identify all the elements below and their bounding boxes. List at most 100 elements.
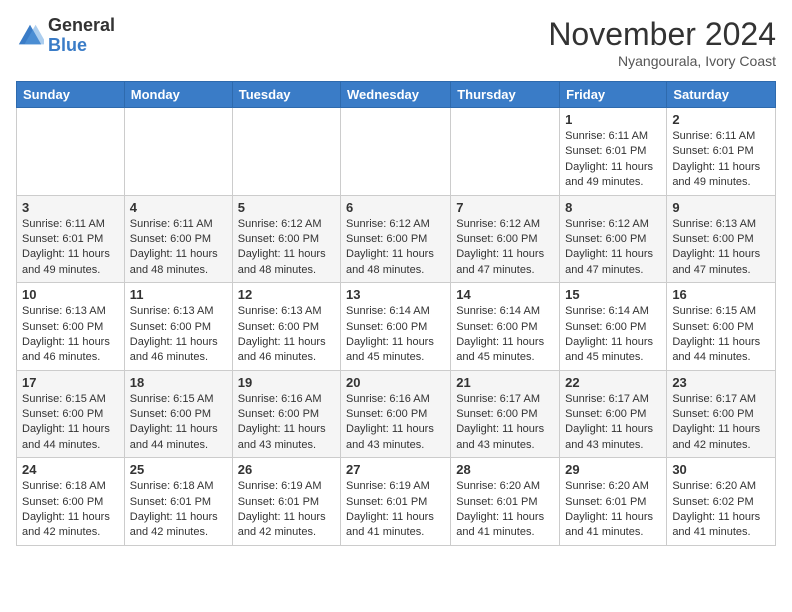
logo-text: General Blue	[48, 16, 115, 56]
calendar-cell: 3 Sunrise: 6:11 AM Sunset: 6:01 PM Daylig…	[17, 195, 125, 283]
logo-general-text: General	[48, 16, 115, 36]
day-info: Sunrise: 6:12 AM Sunset: 6:00 PM Dayligh…	[238, 217, 335, 279]
calendar-cell: 2 Sunrise: 6:11 AM Sunset: 6:01 PM Daylig…	[667, 108, 776, 196]
calendar-cell: 25 Sunrise: 6:18 AM Sunset: 6:01 PM Dayli…	[124, 458, 232, 546]
calendar-table: SundayMondayTuesdayWednesdayThursdayFrid…	[16, 81, 776, 546]
day-number: 4	[130, 200, 227, 215]
calendar-week-row: 3 Sunrise: 6:11 AM Sunset: 6:01 PM Daylig…	[17, 195, 776, 283]
day-info: Sunrise: 6:17 AM Sunset: 6:00 PM Dayligh…	[672, 392, 770, 454]
day-number: 12	[238, 287, 335, 302]
calendar-cell: 22Sunrise: 6:17 AM Sunset: 6:00 PM Dayli…	[560, 370, 667, 458]
weekday-header-thursday: Thursday	[451, 82, 560, 108]
calendar-week-row: 1Sunrise: 6:11 AM Sunset: 6:01 PM Daylig…	[17, 108, 776, 196]
day-number: 30	[672, 462, 770, 477]
day-number: 20	[346, 375, 445, 390]
calendar-week-row: 10 Sunrise: 6:13 AM Sunset: 6:00 PM Dayli…	[17, 283, 776, 371]
weekday-header-wednesday: Wednesday	[341, 82, 451, 108]
calendar-cell	[232, 108, 340, 196]
calendar-week-row: 24 Sunrise: 6:18 AM Sunset: 6:00 PM Dayli…	[17, 458, 776, 546]
day-info: Sunrise: 6:16 AM Sunset: 6:00 PM Dayligh…	[346, 392, 445, 454]
day-number: 13	[346, 287, 445, 302]
calendar-cell: 14 Sunrise: 6:14 AM Sunset: 6:00 PM Dayli…	[451, 283, 560, 371]
calendar-cell: 21 Sunrise: 6:17 AM Sunset: 6:00 PM Dayli…	[451, 370, 560, 458]
day-info: Sunrise: 6:15 AM Sunset: 6:00 PM Dayligh…	[22, 392, 119, 454]
logo-blue-text: Blue	[48, 36, 115, 56]
page-header: General Blue November 2024 Nyangourala, …	[16, 16, 776, 69]
day-number: 16	[672, 287, 770, 302]
day-number: 6	[346, 200, 445, 215]
day-number: 15	[565, 287, 661, 302]
day-info: Sunrise: 6:13 AM Sunset: 6:00 PM Dayligh…	[238, 304, 335, 366]
calendar-cell: 4 Sunrise: 6:11 AM Sunset: 6:00 PM Daylig…	[124, 195, 232, 283]
day-number: 17	[22, 375, 119, 390]
calendar-cell: 30 Sunrise: 6:20 AM Sunset: 6:02 PM Dayli…	[667, 458, 776, 546]
day-info: Sunrise: 6:12 AM Sunset: 6:00 PM Dayligh…	[346, 217, 445, 279]
day-number: 3	[22, 200, 119, 215]
calendar-cell: 8 Sunrise: 6:12 AM Sunset: 6:00 PM Daylig…	[560, 195, 667, 283]
calendar-cell: 26 Sunrise: 6:19 AM Sunset: 6:01 PM Dayli…	[232, 458, 340, 546]
day-number: 27	[346, 462, 445, 477]
day-number: 10	[22, 287, 119, 302]
calendar-cell: 20 Sunrise: 6:16 AM Sunset: 6:00 PM Dayli…	[341, 370, 451, 458]
day-number: 9	[672, 200, 770, 215]
day-number: 8	[565, 200, 661, 215]
day-info: Sunrise: 6:13 AM Sunset: 6:00 PM Dayligh…	[672, 217, 770, 279]
calendar-cell: 5 Sunrise: 6:12 AM Sunset: 6:00 PM Daylig…	[232, 195, 340, 283]
day-number: 5	[238, 200, 335, 215]
weekday-header-sunday: Sunday	[17, 82, 125, 108]
month-year-title: November 2024	[548, 16, 776, 53]
day-number: 21	[456, 375, 554, 390]
day-number: 7	[456, 200, 554, 215]
day-number: 23	[672, 375, 770, 390]
day-info: Sunrise: 6:20 AM Sunset: 6:01 PM Dayligh…	[565, 479, 661, 541]
weekday-header-friday: Friday	[560, 82, 667, 108]
day-info: Sunrise: 6:17 AM Sunset: 6:00 PM Dayligh…	[456, 392, 554, 454]
calendar-cell	[341, 108, 451, 196]
calendar-cell: 18 Sunrise: 6:15 AM Sunset: 6:00 PM Dayli…	[124, 370, 232, 458]
calendar-cell: 1Sunrise: 6:11 AM Sunset: 6:01 PM Daylig…	[560, 108, 667, 196]
day-info: Sunrise: 6:20 AM Sunset: 6:01 PM Dayligh…	[456, 479, 554, 541]
day-number: 28	[456, 462, 554, 477]
weekday-header-monday: Monday	[124, 82, 232, 108]
weekday-header-tuesday: Tuesday	[232, 82, 340, 108]
day-number: 14	[456, 287, 554, 302]
day-info: Sunrise: 6:11 AM Sunset: 6:01 PM Dayligh…	[22, 217, 119, 279]
calendar-cell: 19 Sunrise: 6:16 AM Sunset: 6:00 PM Dayli…	[232, 370, 340, 458]
day-number: 18	[130, 375, 227, 390]
calendar-cell: 23 Sunrise: 6:17 AM Sunset: 6:00 PM Dayli…	[667, 370, 776, 458]
calendar-cell	[451, 108, 560, 196]
day-info: Sunrise: 6:11 AM Sunset: 6:00 PM Dayligh…	[130, 217, 227, 279]
day-number: 19	[238, 375, 335, 390]
calendar-week-row: 17 Sunrise: 6:15 AM Sunset: 6:00 PM Dayli…	[17, 370, 776, 458]
calendar-cell: 27 Sunrise: 6:19 AM Sunset: 6:01 PM Dayli…	[341, 458, 451, 546]
weekday-header-row: SundayMondayTuesdayWednesdayThursdayFrid…	[17, 82, 776, 108]
day-number: 24	[22, 462, 119, 477]
day-info: Sunrise: 6:12 AM Sunset: 6:00 PM Dayligh…	[565, 217, 661, 279]
calendar-cell: 9 Sunrise: 6:13 AM Sunset: 6:00 PM Daylig…	[667, 195, 776, 283]
day-info: Sunrise: 6:11 AM Sunset: 6:01 PM Dayligh…	[565, 129, 661, 191]
weekday-header-saturday: Saturday	[667, 82, 776, 108]
day-info: Sunrise: 6:16 AM Sunset: 6:00 PM Dayligh…	[238, 392, 335, 454]
calendar-cell: 7 Sunrise: 6:12 AM Sunset: 6:00 PM Daylig…	[451, 195, 560, 283]
day-info: Sunrise: 6:18 AM Sunset: 6:00 PM Dayligh…	[22, 479, 119, 541]
day-info: Sunrise: 6:15 AM Sunset: 6:00 PM Dayligh…	[130, 392, 227, 454]
day-info: Sunrise: 6:17 AM Sunset: 6:00 PM Dayligh…	[565, 392, 661, 454]
calendar-cell: 15 Sunrise: 6:14 AM Sunset: 6:00 PM Dayli…	[560, 283, 667, 371]
day-info: Sunrise: 6:19 AM Sunset: 6:01 PM Dayligh…	[238, 479, 335, 541]
calendar-cell: 29Sunrise: 6:20 AM Sunset: 6:01 PM Dayli…	[560, 458, 667, 546]
day-number: 25	[130, 462, 227, 477]
day-info: Sunrise: 6:13 AM Sunset: 6:00 PM Dayligh…	[22, 304, 119, 366]
day-number: 2	[672, 112, 770, 127]
day-info: Sunrise: 6:13 AM Sunset: 6:00 PM Dayligh…	[130, 304, 227, 366]
day-info: Sunrise: 6:18 AM Sunset: 6:01 PM Dayligh…	[130, 479, 227, 541]
day-info: Sunrise: 6:11 AM Sunset: 6:01 PM Dayligh…	[672, 129, 770, 191]
day-info: Sunrise: 6:12 AM Sunset: 6:00 PM Dayligh…	[456, 217, 554, 279]
calendar-cell	[124, 108, 232, 196]
calendar-cell: 16Sunrise: 6:15 AM Sunset: 6:00 PM Dayli…	[667, 283, 776, 371]
day-info: Sunrise: 6:14 AM Sunset: 6:00 PM Dayligh…	[456, 304, 554, 366]
day-info: Sunrise: 6:20 AM Sunset: 6:02 PM Dayligh…	[672, 479, 770, 541]
day-number: 26	[238, 462, 335, 477]
day-info: Sunrise: 6:19 AM Sunset: 6:01 PM Dayligh…	[346, 479, 445, 541]
day-info: Sunrise: 6:14 AM Sunset: 6:00 PM Dayligh…	[565, 304, 661, 366]
logo-icon	[16, 22, 44, 50]
